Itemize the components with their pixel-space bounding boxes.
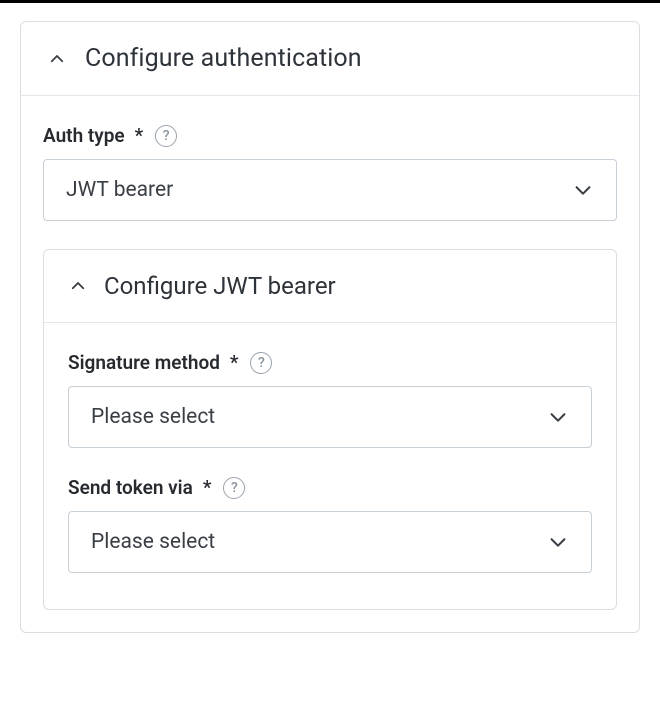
help-icon[interactable]: ? (250, 352, 272, 374)
panel-header-configure-authentication[interactable]: Configure authentication (21, 22, 639, 95)
chevron-down-icon (547, 531, 569, 553)
configure-authentication-panel: Configure authentication Auth type * ? J… (20, 21, 640, 633)
required-indicator: * (203, 476, 212, 499)
panel-body: Signature method * ? Please select (44, 323, 616, 609)
signature-method-value: Please select (91, 405, 215, 429)
field-send-token-via: Send token via * ? Please select (68, 476, 592, 573)
label-row: Send token via * ? (68, 476, 592, 499)
label-row: Signature method * ? (68, 351, 592, 374)
field-auth-type: Auth type * ? JWT bearer (43, 124, 617, 221)
chevron-down-icon (572, 179, 594, 201)
signature-method-select[interactable]: Please select (68, 386, 592, 448)
chevron-up-icon (47, 49, 67, 69)
send-token-via-label: Send token via (68, 476, 193, 499)
required-indicator: * (135, 124, 144, 147)
label-row: Auth type * ? (43, 124, 617, 147)
auth-type-value: JWT bearer (66, 178, 173, 202)
signature-method-label: Signature method (68, 351, 220, 374)
panel-title: Configure JWT bearer (104, 272, 336, 300)
required-indicator: * (230, 351, 239, 374)
help-icon[interactable]: ? (155, 125, 177, 147)
panel-body: Auth type * ? JWT bearer (21, 96, 639, 632)
panel-header-configure-jwt-bearer[interactable]: Configure JWT bearer (44, 250, 616, 322)
chevron-up-icon (68, 276, 88, 296)
chevron-down-icon (547, 406, 569, 428)
auth-type-label: Auth type (43, 124, 125, 147)
panel-title: Configure authentication (85, 44, 362, 73)
send-token-via-select[interactable]: Please select (68, 511, 592, 573)
configure-jwt-bearer-panel: Configure JWT bearer Signature method * … (43, 249, 617, 610)
help-icon[interactable]: ? (223, 477, 245, 499)
field-signature-method: Signature method * ? Please select (68, 351, 592, 448)
send-token-via-value: Please select (91, 530, 215, 554)
auth-type-select[interactable]: JWT bearer (43, 159, 617, 221)
